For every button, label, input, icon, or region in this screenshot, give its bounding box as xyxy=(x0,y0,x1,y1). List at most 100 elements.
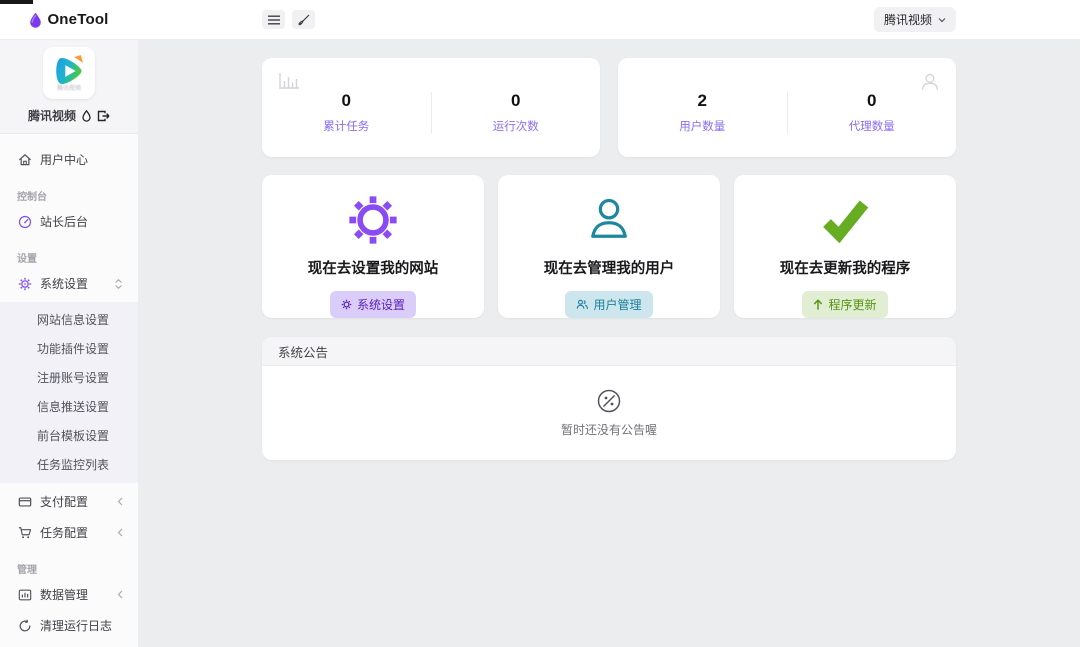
submenu-item-push[interactable]: 信息推送设置 xyxy=(0,392,138,421)
action-card-title: 现在去设置我的网站 xyxy=(308,257,439,278)
stat-user-count: 2 用户数量 xyxy=(618,81,787,134)
action-cards-row: 现在去设置我的网站 系统设置 现在去管理我的用户 xyxy=(262,175,956,318)
sidebar-item-data-manage[interactable]: 数据管理 xyxy=(16,579,124,610)
submenu-item-task-monitor[interactable]: 任务监控列表 xyxy=(0,450,138,479)
site-switcher-dropdown[interactable]: 腾讯视频 xyxy=(874,7,956,32)
announcement-header: 系统公告 xyxy=(262,337,956,366)
user-management-button[interactable]: 用户管理 xyxy=(565,291,652,318)
users-stat-card: 2 用户数量 0 代理数量 xyxy=(618,58,956,157)
no-data-icon xyxy=(596,388,622,414)
button-label: 用户管理 xyxy=(593,296,641,313)
sidebar-item-webmaster-panel[interactable]: 站长后台 xyxy=(16,206,124,237)
credit-card-icon xyxy=(17,494,32,509)
site-logo[interactable]: 腾讯视频 xyxy=(43,47,95,99)
stat-label: 累计任务 xyxy=(323,118,369,134)
tasks-stat-card: 0 累计任务 0 运行次数 xyxy=(262,58,600,157)
site-switcher-label: 腾讯视频 xyxy=(884,11,932,28)
sidebar-site-name: 腾讯视频 xyxy=(28,107,76,124)
stat-label: 运行次数 xyxy=(493,118,539,134)
sidebar-item-label: 数据管理 xyxy=(40,586,88,603)
stat-label: 用户数量 xyxy=(679,118,725,134)
sidebar-item-label: 清理运行日志 xyxy=(40,617,112,634)
sidebar-item-clear-logs[interactable]: 清理运行日志 xyxy=(16,610,124,641)
submenu-item-plugins[interactable]: 功能插件设置 xyxy=(0,334,138,363)
screenshot-artifact xyxy=(0,0,33,4)
submenu-item-register[interactable]: 注册账号设置 xyxy=(0,363,138,392)
stat-cards-row: 0 累计任务 0 运行次数 xyxy=(262,58,956,157)
big-user-icon xyxy=(583,192,635,248)
announcement-title: 系统公告 xyxy=(278,342,328,361)
sidebar-item-label: 系统设置 xyxy=(40,275,88,292)
brush-icon xyxy=(298,14,310,26)
gauge-icon xyxy=(17,214,32,229)
stat-run-count: 0 运行次数 xyxy=(432,81,601,134)
update-program-card: 现在去更新我的程序 程序更新 xyxy=(734,175,956,318)
button-label: 程序更新 xyxy=(828,296,876,313)
main-content: 0 累计任务 0 运行次数 xyxy=(138,40,1080,647)
logout-icon[interactable] xyxy=(97,110,110,122)
chevron-down-icon xyxy=(938,16,946,24)
sidebar: 腾讯视频 腾讯视频 用户中心 xyxy=(0,40,138,647)
stat-cumulative-tasks: 0 累计任务 xyxy=(262,81,431,134)
stat-agent-count: 0 代理数量 xyxy=(788,81,957,134)
brand[interactable]: OneTool xyxy=(0,0,138,39)
collapse-menu-button[interactable] xyxy=(262,10,285,29)
action-card-title: 现在去管理我的用户 xyxy=(544,257,675,278)
submenu-item-template[interactable]: 前台模板设置 xyxy=(0,421,138,450)
home-icon xyxy=(17,152,32,167)
big-check-icon xyxy=(817,192,873,248)
expand-up-down-icon xyxy=(114,279,123,289)
users-icon xyxy=(576,299,588,310)
setup-site-card: 现在去设置我的网站 系统设置 xyxy=(262,175,484,318)
sidebar-item-payment-config[interactable]: 支付配置 xyxy=(16,486,124,517)
droplet-icon[interactable] xyxy=(82,110,91,122)
sidebar-section-settings: 设置 xyxy=(17,250,123,265)
onetool-droplet-icon xyxy=(29,12,42,28)
refresh-icon xyxy=(17,618,32,633)
brand-name: OneTool xyxy=(47,11,108,28)
theme-brush-button[interactable] xyxy=(292,10,315,29)
announcement-panel: 系统公告 暂时还没有公告喔 xyxy=(262,337,956,460)
hamburger-icon xyxy=(268,15,280,25)
stat-value: 0 xyxy=(511,91,520,111)
submenu-item-site-info[interactable]: 网站信息设置 xyxy=(0,305,138,334)
sidebar-item-label: 支付配置 xyxy=(40,493,88,510)
sidebar-item-label: 用户中心 xyxy=(40,151,88,168)
system-settings-button[interactable]: 系统设置 xyxy=(330,291,416,318)
button-label: 系统设置 xyxy=(357,296,405,313)
sidebar-item-user-center[interactable]: 用户中心 xyxy=(16,144,124,175)
sidebar-item-label: 任务配置 xyxy=(40,524,88,541)
arrow-up-icon xyxy=(813,299,823,310)
program-update-button[interactable]: 程序更新 xyxy=(802,291,887,318)
topbar: OneTool 腾讯视频 xyxy=(0,0,1080,40)
sidebar-section-console: 控制台 xyxy=(17,188,123,203)
bar-chart-icon xyxy=(17,587,32,602)
manage-users-card: 现在去管理我的用户 用户管理 xyxy=(498,175,720,318)
sidebar-section-manage: 管理 xyxy=(17,561,123,576)
sidebar-item-label: 站长后台 xyxy=(40,213,88,230)
gear-icon xyxy=(17,276,32,291)
logo-watermark-text: 腾讯视频 xyxy=(57,86,81,92)
announcement-empty-state: 暂时还没有公告喔 xyxy=(262,366,956,460)
big-gear-icon xyxy=(346,192,400,248)
stat-label: 代理数量 xyxy=(849,118,895,134)
chevron-left-icon xyxy=(117,528,123,537)
stat-value: 2 xyxy=(698,91,707,111)
cart-icon xyxy=(17,525,32,540)
sidebar-item-system-settings[interactable]: 系统设置 xyxy=(16,268,124,299)
sidebar-item-task-config[interactable]: 任务配置 xyxy=(16,517,124,548)
tencent-video-logo-icon xyxy=(51,54,87,88)
stat-value: 0 xyxy=(342,91,351,111)
sidebar-site-header: 腾讯视频 腾讯视频 xyxy=(0,40,138,134)
topbar-buttons xyxy=(262,10,315,29)
topbar-main: 腾讯视频 xyxy=(138,0,1080,39)
gear-icon xyxy=(341,299,352,310)
system-settings-submenu: 网站信息设置 功能插件设置 注册账号设置 信息推送设置 前台模板设置 任务监控列… xyxy=(0,302,138,483)
action-card-title: 现在去更新我的程序 xyxy=(780,257,911,278)
chevron-left-icon xyxy=(117,590,123,599)
sidebar-menu: 用户中心 控制台 站长后台 设置 系统设置 xyxy=(0,134,138,647)
stat-value: 0 xyxy=(867,91,876,111)
app-window: OneTool 腾讯视频 xyxy=(0,0,1080,647)
announcement-empty-text: 暂时还没有公告喔 xyxy=(561,421,657,438)
chevron-left-icon xyxy=(117,497,123,506)
